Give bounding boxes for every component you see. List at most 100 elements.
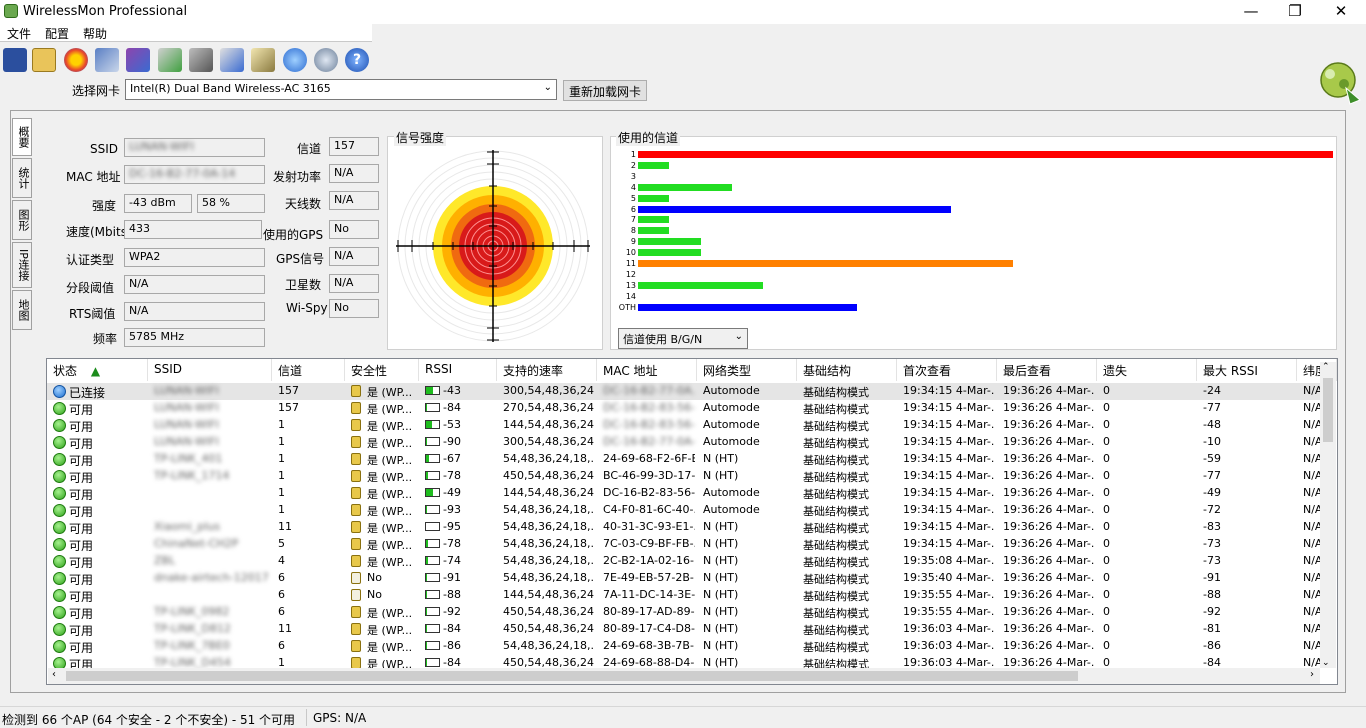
tab-graph[interactable]: 图形: [12, 200, 32, 240]
clipboard-icon[interactable]: [251, 48, 275, 72]
save-icon[interactable]: [3, 48, 27, 72]
ap-row[interactable]: 可用 LUNAN-WIFI 1 是 (WP... -53 144,54,48,36,24.…: [47, 417, 1322, 434]
ap-status: 可用: [69, 454, 94, 468]
adapter-select[interactable]: Intel(R) Dual Band Wireless-AC 3165 ⌄: [125, 79, 557, 100]
print-icon[interactable]: [189, 48, 213, 72]
col-lost-header[interactable]: 遗失: [1097, 359, 1197, 381]
ap-row[interactable]: 可用 TP-LINK_1714 1 是 (WP... -78 450,54,48,36,2…: [47, 468, 1322, 485]
scroll-right-icon[interactable]: ›: [1310, 669, 1314, 680]
network-icon[interactable]: [95, 48, 119, 72]
frequency-field: 5785 MHz: [124, 328, 265, 347]
ap-max-rssi: -24: [1203, 384, 1221, 397]
col-infrastructure-header[interactable]: 基础结构: [797, 359, 897, 381]
ap-row[interactable]: 可用 1 是 (WP... -49 144,54,48,36,24... DC-16-B2…: [47, 485, 1322, 502]
auth-label: 认证类型: [66, 253, 115, 267]
ap-last-seen: 19:36:26 4-Mar-...: [1003, 418, 1095, 431]
ap-network-type: N (HT): [703, 639, 739, 652]
vertical-scroll-thumb[interactable]: [1323, 378, 1333, 442]
ap-security: 是 (WP...: [367, 454, 413, 467]
ap-row[interactable]: 可用 ZBL 4 是 (WP... -74 54,48,36,24,18,... 2C-B2…: [47, 553, 1322, 570]
menu-config[interactable]: 配置: [45, 25, 69, 42]
channel-mode-select[interactable]: 信道使用 B/G/N ⌄: [618, 328, 748, 349]
col-ssid-header[interactable]: SSID: [148, 359, 272, 381]
minimize-button[interactable]: —: [1228, 2, 1274, 22]
ap-security: 是 (WP...: [367, 522, 413, 535]
ap-status: 可用: [69, 573, 94, 587]
ap-row[interactable]: 可用 LUNAN-WIFI 157 是 (WP... -84 270,54,48,36,2…: [47, 400, 1322, 417]
ap-mac: 80-89-17-C4-D8-...: [603, 622, 695, 635]
ap-row[interactable]: 可用 TP-LINK_D812 11 是 (WP... -84 450,54,48,36,…: [47, 621, 1322, 638]
maximize-button[interactable]: ❐: [1272, 2, 1318, 22]
adapter-icon[interactable]: [126, 48, 150, 72]
ap-first-seen: 19:36:03 4-Mar-...: [903, 622, 995, 635]
col-rates-header[interactable]: 支持的速率: [497, 359, 597, 381]
ap-summary-text: 检测到 66 个AP (64 个安全 - 2 个不安全) - 51 个可用: [2, 713, 296, 727]
col-mac-header[interactable]: MAC 地址: [597, 359, 697, 381]
ap-status: 可用: [69, 420, 94, 434]
ap-first-seen: 19:34:15 4-Mar-...: [903, 469, 995, 482]
help-icon[interactable]: ?: [345, 48, 369, 72]
ap-status: 可用: [69, 607, 94, 621]
ap-row[interactable]: 可用 TP-LINK_0982 6 是 (WP... -92 450,54,48,36,2…: [47, 604, 1322, 621]
tab-statistics[interactable]: 统计: [12, 158, 32, 198]
ap-ssid: TP-LINK_D812: [154, 622, 231, 635]
scroll-down-icon[interactable]: ⌄: [1322, 658, 1330, 668]
channel-label: 10: [625, 248, 636, 258]
ap-row[interactable]: 可用 dnake-airtech-12017 6 No -91 54,48,36,24,1…: [47, 570, 1322, 587]
horizontal-scrollbar[interactable]: ‹ ›: [48, 668, 1320, 684]
channel-label: 13: [625, 280, 636, 290]
lock-icon: [351, 385, 361, 397]
vertical-scrollbar[interactable]: ⌃ ⌄: [1320, 362, 1336, 668]
col-channel-header[interactable]: 信道: [272, 359, 345, 381]
ap-row[interactable]: 可用 LUNAN-WIFI 1 是 (WP... -90 300,54,48,36,24.…: [47, 434, 1322, 451]
export-icon[interactable]: [158, 48, 182, 72]
reload-adapter-button[interactable]: 重新加载网卡: [563, 80, 648, 101]
ssid-label: SSID: [90, 142, 119, 156]
col-rssi-header[interactable]: RSSI: [419, 359, 497, 381]
menu-help[interactable]: 帮助: [83, 25, 107, 42]
open-folder-icon[interactable]: [32, 48, 56, 72]
ap-row[interactable]: 可用 1 是 (WP... -93 54,48,36,24,18,... C4-F0-81…: [47, 502, 1322, 519]
col-network-type-header[interactable]: 网络类型: [697, 359, 797, 381]
menu-file[interactable]: 文件: [7, 25, 31, 42]
ap-first-seen: 19:34:15 4-Mar-...: [903, 520, 995, 533]
start-scan-icon[interactable]: [64, 48, 88, 72]
col-last-seen-header[interactable]: 最后查看: [997, 359, 1097, 381]
col-status-header[interactable]: 状态 ▲: [47, 359, 148, 381]
ap-row[interactable]: 可用 Xiaomi_plus 11 是 (WP... -95 54,48,36,24,18…: [47, 519, 1322, 536]
col-max-rssi-header[interactable]: 最大 RSSI: [1197, 359, 1297, 381]
ap-row[interactable]: 可用 ChinaNet-CH2P 5 是 (WP... -78 54,48,36,24,1…: [47, 536, 1322, 553]
globe-icon[interactable]: [283, 48, 307, 72]
wispy-field: No: [329, 299, 379, 318]
lock-icon: [351, 504, 361, 516]
tab-summary[interactable]: 概要: [12, 118, 32, 156]
column-header-label: 支持的速率: [503, 364, 564, 378]
ap-row[interactable]: 可用 6 No -88 144,54,48,36,24... 7A-11-DC-14-3E…: [47, 587, 1322, 604]
horizontal-scroll-thumb[interactable]: [66, 671, 1078, 681]
available-status-icon: [53, 623, 66, 636]
ap-row[interactable]: 已连接 LUNAN-WIFI 157 是 (WP... -43 300,54,48,36,…: [47, 383, 1322, 400]
ap-ssid: Xiaomi_plus: [154, 520, 221, 533]
channel-usage-bar: [638, 303, 857, 311]
ap-ssid: LUNAN-WIFI: [154, 435, 219, 448]
ap-rates: 54,48,36,24,18,...: [503, 571, 595, 584]
ap-channel: 157: [278, 384, 299, 397]
unlocked-icon: [351, 572, 361, 584]
ap-rates: 450,54,48,36,24...: [503, 605, 595, 618]
ap-mac: 24-69-68-3B-7B-...: [603, 639, 695, 652]
col-security-header[interactable]: 安全性: [345, 359, 419, 381]
ap-row[interactable]: 可用 TP-LINK_7BE0 6 是 (WP... -86 54,48,36,24,18…: [47, 638, 1322, 655]
globe-register-icon[interactable]: [314, 48, 338, 72]
scroll-left-icon[interactable]: ‹: [52, 669, 56, 680]
col-first-seen-header[interactable]: 首次查看: [897, 359, 997, 381]
ap-row[interactable]: 可用 TP-LINK_401 1 是 (WP... -67 54,48,36,24,18,…: [47, 451, 1322, 468]
tab-ip-connection[interactable]: IP连接: [12, 242, 32, 288]
signal-level-icon: [425, 522, 440, 531]
ap-lost: 0: [1103, 520, 1110, 533]
close-button[interactable]: ✕: [1318, 2, 1364, 22]
ap-last-seen: 19:36:26 4-Mar-...: [1003, 401, 1095, 414]
check-icon[interactable]: [220, 48, 244, 72]
scroll-up-icon[interactable]: ⌃: [1322, 362, 1330, 372]
signal-radar: [396, 150, 590, 342]
tab-map[interactable]: 地图: [12, 290, 32, 330]
